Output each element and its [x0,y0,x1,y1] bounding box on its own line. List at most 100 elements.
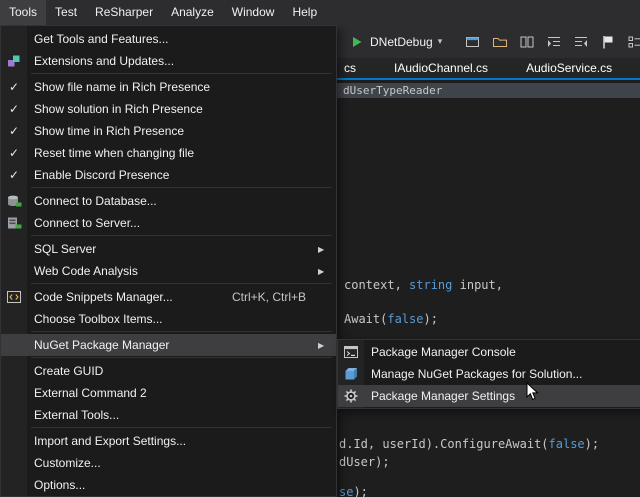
code-token: Await( [344,312,387,326]
menu-item-label: Package Manager Console [364,345,628,359]
menu-item-reset-time-when-changing-file[interactable]: ✓Reset time when changing file [1,142,336,164]
menu-separator [31,235,332,236]
menu-item-label: Customize... [27,456,318,470]
submenu-arrow-icon: ▶ [318,245,336,254]
menu-item-label: Show solution in Rich Presence [27,102,318,116]
menu-item-label: Extensions and Updates... [27,54,318,68]
menu-item-label: External Command 2 [27,386,318,400]
editor-navigation-bar: dUserTypeReader [337,83,640,98]
code-token: false [387,312,423,326]
menu-item-package-manager-settings[interactable]: Package Manager Settings [338,385,640,407]
vs-window: context, string input,Await(false);d.Id,… [0,0,640,497]
menu-item-label: Create GUID [27,364,318,378]
task-list-icon[interactable] [627,34,640,50]
menu-separator [31,427,332,428]
code-token: ); [423,312,437,326]
menu-item-label: Get Tools and Features... [27,32,318,46]
menu-item-code-snippets-manager[interactable]: Code Snippets Manager...Ctrl+K, Ctrl+B [1,286,336,308]
check-icon: ✓ [1,102,27,116]
tab-iaudiochannel-cs[interactable]: IAudioChannel.cs [388,58,494,78]
database-icon [6,193,22,209]
menu-separator [31,331,332,332]
menu-item-label: Show file name in Rich Presence [27,80,318,94]
menu-item-show-file-name-in-rich-presence[interactable]: ✓Show file name in Rich Presence [1,76,336,98]
attach-icon[interactable] [465,34,481,50]
menu-item-customize[interactable]: Customize... [1,452,336,474]
menu-item-connect-to-database[interactable]: Connect to Database... [1,190,336,212]
manage-packages-icon [338,366,364,382]
menu-item-create-guid[interactable]: Create GUID [1,360,336,382]
menu-item-label: Web Code Analysis [27,264,318,278]
code-line: se); [339,485,368,497]
tab-audioservice-cs[interactable]: AudioService.cs [520,58,618,78]
menu-item-sql-server[interactable]: SQL Server▶ [1,238,336,260]
menu-item-web-code-analysis[interactable]: Web Code Analysis▶ [1,260,336,282]
menubar-item-window[interactable]: Window [223,0,284,25]
console-icon [343,344,359,360]
code-token: false [549,437,585,451]
snippets-icon [1,289,27,305]
menu-item-shortcut: Ctrl+K, Ctrl+B [232,290,318,304]
code-token: dUser); [339,455,390,469]
menu-item-label: Enable Discord Presence [27,168,318,182]
menu-item-label: Manage NuGet Packages for Solution... [364,367,628,381]
menubar-item-analyze[interactable]: Analyze [162,0,223,25]
server-icon [1,215,27,231]
code-line: Await(false); [344,312,438,326]
debug-target-dropdown[interactable]: DNetDebug ▾ [344,32,447,52]
extensions-icon [1,53,27,69]
menu-item-show-time-in-rich-presence[interactable]: ✓Show time in Rich Presence [1,120,336,142]
navigation-bar-text: dUserTypeReader [343,84,442,97]
chevron-down-icon: ▾ [438,37,443,46]
menu-item-show-solution-in-rich-presence[interactable]: ✓Show solution in Rich Presence [1,98,336,120]
open-folder-icon[interactable] [492,34,508,50]
check-icon: ✓ [1,80,27,94]
outdent-lines-icon[interactable] [573,34,589,50]
manage-packages-icon [343,366,359,382]
code-token: context, [344,278,409,292]
menu-item-external-command-2[interactable]: External Command 2 [1,382,336,404]
menu-item-get-tools-and-features[interactable]: Get Tools and Features... [1,28,336,50]
code-token: input, [452,278,503,292]
menu-item-enable-discord-presence[interactable]: ✓Enable Discord Presence [1,164,336,186]
submenu-arrow-icon: ▶ [318,341,336,350]
menu-item-label: Connect to Database... [27,194,318,208]
mouse-cursor [526,382,540,402]
toolbar-icons [465,34,640,50]
menubar-item-test[interactable]: Test [46,0,86,25]
menu-item-label: NuGet Package Manager [27,338,318,352]
menu-item-external-tools[interactable]: External Tools... [1,404,336,426]
check-icon: ✓ [1,124,27,138]
menu-item-connect-to-server[interactable]: Connect to Server... [1,212,336,234]
menu-separator [31,283,332,284]
menu-item-manage-nuget-packages-for-solution[interactable]: Manage NuGet Packages for Solution... [338,363,640,385]
menu-item-import-and-export-settings[interactable]: Import and Export Settings... [1,430,336,452]
console-icon [338,344,364,360]
menu-item-choose-toolbox-items[interactable]: Choose Toolbox Items... [1,308,336,330]
server-icon [6,215,22,231]
indent-lines-icon[interactable] [546,34,562,50]
menu-item-label: Reset time when changing file [27,146,318,160]
menu-item-options[interactable]: Options... [1,474,336,496]
code-token: d.Id, userId).ConfigureAwait( [339,437,549,451]
menubar-item-resharper[interactable]: ReSharper [86,0,162,25]
menu-item-extensions-and-updates[interactable]: Extensions and Updates... [1,50,336,72]
menu-item-label: SQL Server [27,242,318,256]
menu-separator [31,73,332,74]
menubar-item-help[interactable]: Help [283,0,326,25]
check-icon: ✓ [1,146,27,160]
menu-item-package-manager-console[interactable]: Package Manager Console [338,341,640,363]
menubar-item-tools[interactable]: Tools [0,0,46,25]
menu-item-label: Show time in Rich Presence [27,124,318,138]
code-line: d.Id, userId).ConfigureAwait(false); [339,437,599,451]
code-token: ); [585,437,599,451]
check-icon: ✓ [1,168,27,182]
database-icon [1,193,27,209]
tab-cs[interactable]: cs [338,58,362,78]
menu-item-nuget-package-manager[interactable]: NuGet Package Manager▶ [1,334,336,356]
bookmark-icon[interactable] [600,34,616,50]
menu-item-label: Choose Toolbox Items... [27,312,318,326]
menu-item-label: Import and Export Settings... [27,434,318,448]
menu-bar: ToolsTestReSharperAnalyzeWindowHelp [0,0,640,25]
split-columns-icon[interactable] [519,34,535,50]
